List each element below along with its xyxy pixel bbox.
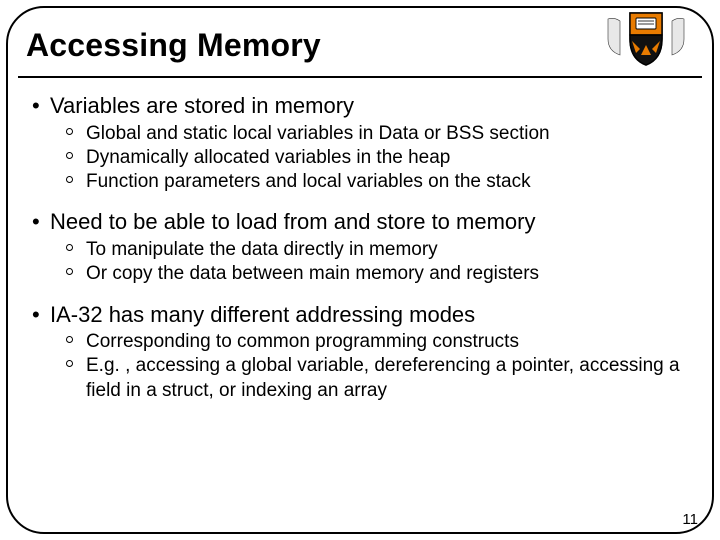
- bullet-group-2: • Need to be able to load from and store…: [32, 208, 694, 286]
- bullet-text: E.g. , accessing a global variable, dere…: [86, 354, 694, 403]
- page-number: 11: [682, 511, 698, 528]
- bullet-text: Or copy the data between main memory and…: [86, 262, 694, 286]
- bullet-dot-icon: •: [32, 208, 50, 236]
- sub-bullets: Global and static local variables in Dat…: [66, 122, 694, 195]
- slide: Accessing Memory • Variables are s: [0, 0, 720, 540]
- bullet-text: To manipulate the data directly in memor…: [86, 238, 694, 262]
- bullet-text: Dynamically allocated variables in the h…: [86, 146, 694, 170]
- slide-body: • Variables are stored in memory Global …: [32, 86, 694, 500]
- ring-icon: [66, 146, 86, 170]
- bullet-level2: Corresponding to common programming cons…: [66, 330, 694, 354]
- bullet-text: Variables are stored in memory: [50, 92, 694, 120]
- bullet-dot-icon: •: [32, 301, 50, 329]
- slide-title: Accessing Memory: [26, 27, 321, 64]
- ring-icon: [66, 170, 86, 194]
- bullet-text: Need to be able to load from and store t…: [50, 208, 694, 236]
- ring-icon: [66, 238, 86, 262]
- ring-icon: [66, 330, 86, 354]
- bullet-text: Corresponding to common programming cons…: [86, 330, 694, 354]
- ring-icon: [66, 122, 86, 146]
- title-bar: Accessing Memory: [18, 14, 702, 78]
- bullet-level2: E.g. , accessing a global variable, dere…: [66, 354, 694, 403]
- bullet-level2: Dynamically allocated variables in the h…: [66, 146, 694, 170]
- bullet-level2: Or copy the data between main memory and…: [66, 262, 694, 286]
- bullet-level1: • Variables are stored in memory: [32, 92, 694, 120]
- bullet-level1: • Need to be able to load from and store…: [32, 208, 694, 236]
- bullet-level2: Global and static local variables in Dat…: [66, 122, 694, 146]
- sub-bullets: To manipulate the data directly in memor…: [66, 238, 694, 287]
- bullet-group-1: • Variables are stored in memory Global …: [32, 92, 694, 194]
- ring-icon: [66, 354, 86, 403]
- sub-bullets: Corresponding to common programming cons…: [66, 330, 694, 403]
- bullet-level1: • IA-32 has many different addressing mo…: [32, 301, 694, 329]
- bullet-text: Global and static local variables in Dat…: [86, 122, 694, 146]
- bullet-level2: To manipulate the data directly in memor…: [66, 238, 694, 262]
- ring-icon: [66, 262, 86, 286]
- bullet-level2: Function parameters and local variables …: [66, 170, 694, 194]
- bullet-group-3: • IA-32 has many different addressing mo…: [32, 301, 694, 403]
- bullet-text: Function parameters and local variables …: [86, 170, 694, 194]
- bullet-text: IA-32 has many different addressing mode…: [50, 301, 694, 329]
- princeton-crest-icon: [602, 9, 690, 67]
- bullet-dot-icon: •: [32, 92, 50, 120]
